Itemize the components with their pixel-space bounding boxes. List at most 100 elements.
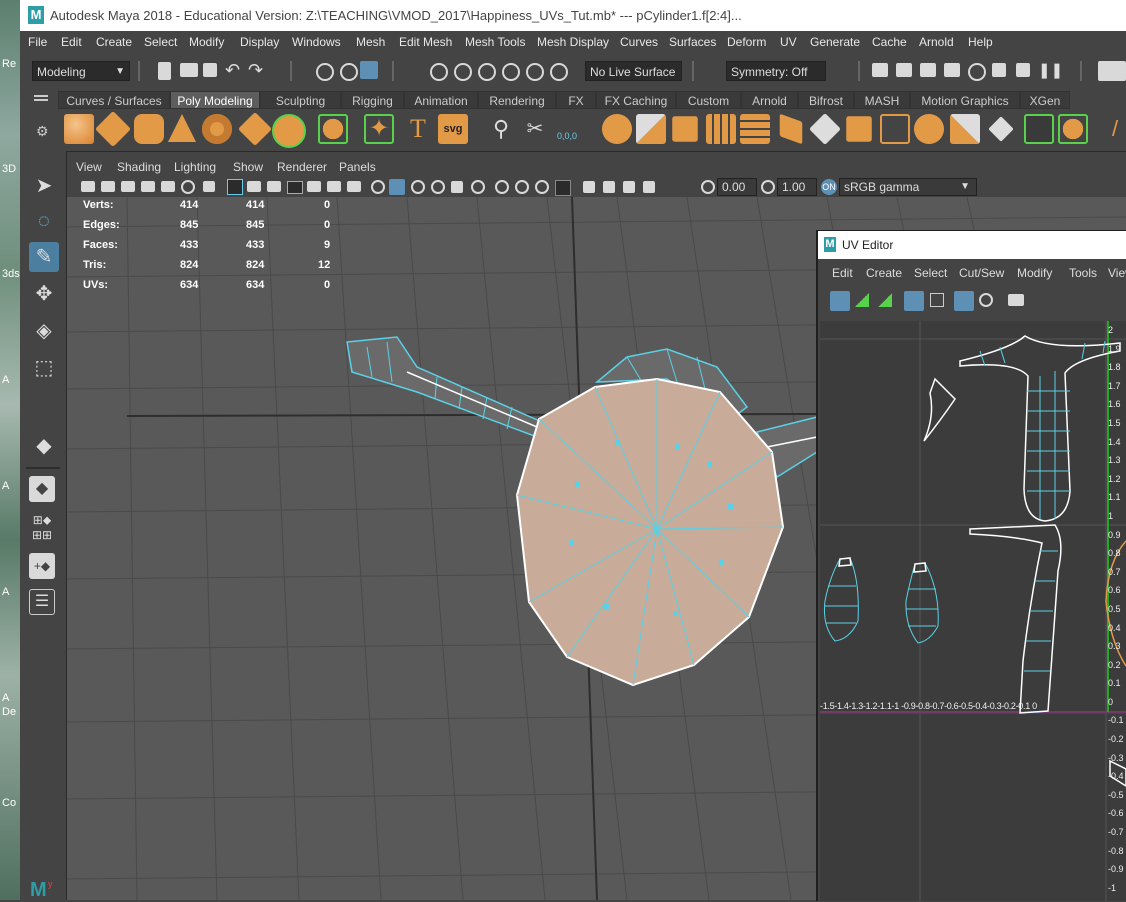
shelf-tab-fx-caching[interactable]: FX Caching (596, 91, 676, 109)
uv-menu-create[interactable]: Create (866, 266, 902, 280)
2d-pan-zoom-icon[interactable] (203, 181, 215, 192)
menu-create[interactable]: Create (96, 35, 132, 49)
undo-icon[interactable]: ↶ (225, 60, 243, 80)
menu-mesh[interactable]: Mesh (356, 35, 385, 49)
menu-display[interactable]: Display (240, 35, 279, 49)
uv-checker-icon[interactable] (954, 291, 974, 311)
menu-deform[interactable]: Deform (727, 35, 766, 49)
desktop-label[interactable]: A (2, 692, 9, 704)
gate-mask-icon[interactable] (287, 181, 303, 194)
uv-menu-cut-sew[interactable]: Cut/Sew (959, 266, 1004, 280)
uv-shading-icon[interactable] (979, 293, 993, 307)
uv-shell-small-top[interactable] (923, 377, 956, 442)
menu-mesh-display[interactable]: Mesh Display (537, 35, 609, 49)
grid-toggle-icon[interactable] (227, 179, 243, 195)
menu-edit[interactable]: Edit (61, 35, 82, 49)
lights-icon[interactable] (451, 181, 463, 193)
uv-editor-title-bar[interactable]: M UV Editor (818, 231, 1126, 259)
render-setup-icon[interactable] (992, 63, 1006, 77)
uv-face-select-icon[interactable] (855, 293, 869, 307)
light-editor-icon[interactable] (1016, 63, 1030, 77)
rotate-tool-icon[interactable]: ◈ (29, 316, 59, 346)
snap-curve-icon[interactable] (454, 63, 472, 81)
live-surface-field[interactable]: No Live Surface (585, 61, 682, 81)
outliner-layout-icon[interactable]: ☰ (29, 589, 55, 615)
uv-editor-window[interactable]: M UV Editor Edit Create Select Cut/Sew M… (816, 230, 1126, 901)
snap-projected-icon[interactable] (502, 63, 520, 81)
film-gate-icon[interactable] (247, 181, 261, 192)
viewport-menu-renderer[interactable]: Renderer (277, 160, 327, 174)
poly-cylinder-icon[interactable] (134, 114, 164, 144)
symmetry-dropdown[interactable]: Symmetry: Off (726, 61, 826, 81)
poly-cube-icon[interactable] (94, 110, 132, 148)
menu-modify[interactable]: Modify (189, 35, 224, 49)
create-polygon-tool-icon[interactable]: ⚲ (486, 114, 516, 144)
xray-components-icon[interactable] (643, 181, 655, 193)
menu-edit-mesh[interactable]: Edit Mesh (399, 35, 452, 49)
uv-menu-edit[interactable]: Edit (832, 266, 853, 280)
lasso-tool-icon[interactable]: ◌ (29, 206, 59, 236)
uv-editor-canvas[interactable]: -1.5-1.4-1.3-1.2-1.1-1 -0.9-0.8-0.7-0.6-… (820, 321, 1126, 901)
desktop-label[interactable]: A (2, 480, 9, 492)
open-scene-icon[interactable] (180, 63, 198, 77)
new-scene-icon[interactable] (158, 62, 171, 80)
depth-of-field-icon[interactable] (555, 180, 571, 196)
scale-tool-icon[interactable]: ⬚ (29, 353, 59, 383)
show-manipulator-icon[interactable]: ◆ (29, 431, 59, 461)
uv-menu-modify[interactable]: Modify (1017, 266, 1052, 280)
combine-icon[interactable] (602, 114, 632, 144)
gear-icon[interactable]: ⚙ (36, 123, 49, 140)
image-plane-icon[interactable] (141, 181, 155, 192)
uv-shell-left-1[interactable] (824, 557, 859, 642)
desktop-label[interactable]: De (2, 706, 16, 718)
shelf-tab-mash[interactable]: MASH (854, 91, 910, 109)
menu-cache[interactable]: Cache (872, 35, 907, 49)
view-transform-dropdown[interactable]: sRGB gamma ▼ (839, 178, 977, 196)
exposure-icon[interactable] (701, 180, 715, 194)
shelf-tab-rigging[interactable]: Rigging (341, 91, 404, 109)
single-perspective-layout-icon[interactable]: ◆ (29, 476, 55, 502)
window-title-bar[interactable]: M Autodesk Maya 2018 - Educational Versi… (20, 0, 1126, 31)
gamma-icon[interactable] (761, 180, 775, 194)
platonic-solid-icon[interactable] (318, 114, 348, 144)
menu-surfaces[interactable]: Surfaces (669, 35, 716, 49)
snap-view-plane-icon[interactable] (526, 63, 544, 81)
menu-curves[interactable]: Curves (620, 35, 658, 49)
multi-cut-icon[interactable]: ✂ (520, 114, 550, 144)
poly-cone-icon[interactable] (168, 114, 196, 142)
shelf-tab-custom[interactable]: Custom (676, 91, 741, 109)
viewport-menu-lighting[interactable]: Lighting (174, 160, 216, 174)
xray-icon[interactable] (603, 181, 615, 193)
shadows-icon[interactable] (471, 180, 485, 194)
poly-plane-icon[interactable] (238, 112, 272, 146)
desktop-label[interactable]: Re (2, 58, 16, 70)
motion-blur-icon[interactable] (515, 180, 529, 194)
shelf-tab-poly-modeling[interactable]: Poly Modeling (170, 91, 260, 109)
desktop-label[interactable]: Co (2, 797, 16, 809)
ambient-occlusion-icon[interactable] (495, 180, 509, 194)
menu-select[interactable]: Select (144, 35, 177, 49)
menu-help[interactable]: Help (968, 35, 993, 49)
bookmarks-icon[interactable] (121, 181, 135, 192)
extract-icon[interactable] (672, 116, 698, 142)
bevel-icon[interactable] (846, 116, 872, 142)
camera-select-icon[interactable] (81, 181, 95, 192)
hypershade-icon[interactable] (968, 63, 986, 81)
select-object-icon[interactable] (340, 63, 358, 81)
make-live-icon[interactable] (550, 63, 568, 81)
user-account-icon[interactable] (1098, 61, 1126, 81)
desktop-label[interactable]: A (2, 374, 9, 386)
shelf-menu-icon[interactable] (34, 95, 48, 97)
select-component-icon[interactable] (360, 61, 378, 79)
menu-file[interactable]: File (28, 35, 47, 49)
merge-icon[interactable] (950, 114, 980, 144)
shelf-tab-xgen[interactable]: XGen (1020, 91, 1070, 109)
desktop-label[interactable]: 3ds (2, 268, 20, 280)
viewport-menu-show[interactable]: Show (233, 160, 263, 174)
gamma-field[interactable]: 1.00 (777, 178, 817, 196)
ipr-render-icon[interactable] (920, 63, 936, 77)
resolution-gate-icon[interactable] (267, 181, 281, 192)
mode-dropdown[interactable]: Modeling ▼ (32, 61, 130, 81)
desktop-label[interactable]: A (2, 586, 9, 598)
uv-menu-view[interactable]: View (1108, 266, 1126, 280)
